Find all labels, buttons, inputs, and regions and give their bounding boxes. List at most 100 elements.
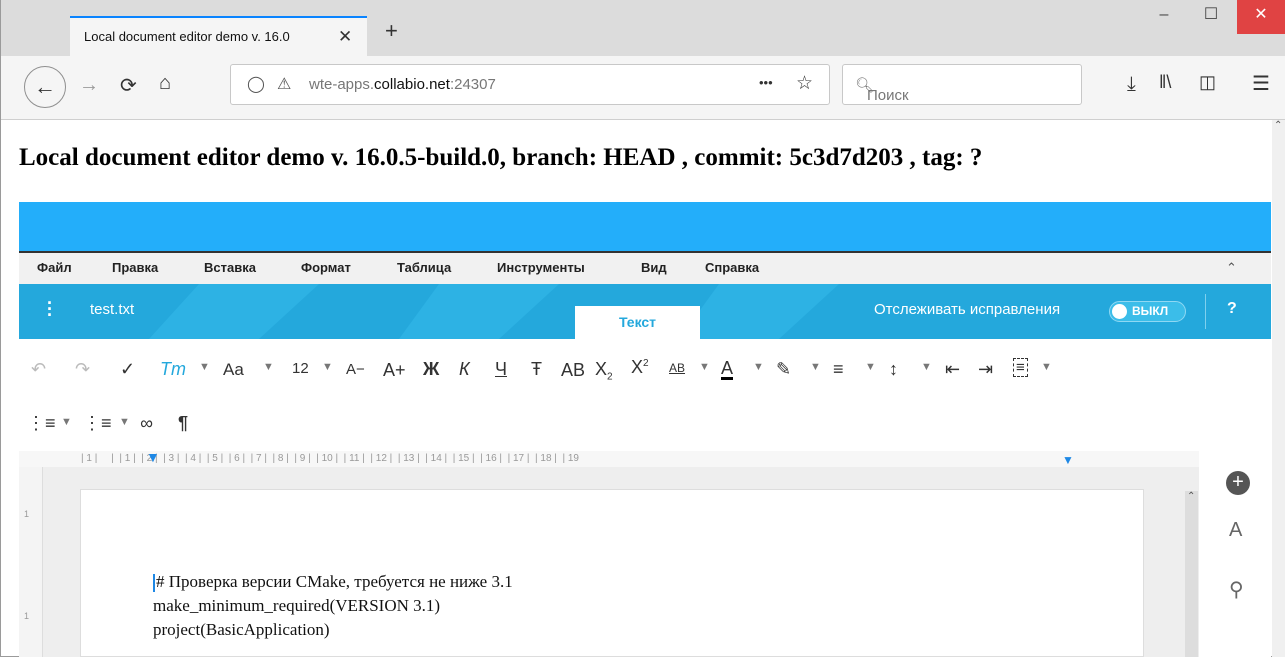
- horizontal-ruler[interactable]: | 1 | | | 1 | | 2 | | 3 | | 4 | | 5 | | …: [19, 451, 1199, 467]
- chevron-down-icon[interactable]: ▼: [1041, 361, 1052, 373]
- chevron-down-icon[interactable]: ▼: [61, 416, 72, 428]
- url-text: wte-apps.collabio.net:24307: [309, 76, 496, 93]
- chevron-down-icon[interactable]: ▼: [921, 361, 932, 373]
- spellcheck-icon[interactable]: A: [1229, 519, 1242, 542]
- vertical-ruler[interactable]: 1 1: [19, 467, 43, 657]
- library-icon[interactable]: ‖\: [1159, 72, 1171, 93]
- maximize-button[interactable]: ☐: [1191, 0, 1231, 34]
- strikethrough-button[interactable]: Ŧ: [531, 359, 542, 380]
- font-size-select[interactable]: 12: [292, 360, 309, 377]
- tab-text[interactable]: Текст: [575, 306, 700, 339]
- paragraph-border-icon[interactable]: ≡: [1013, 358, 1028, 377]
- download-icon[interactable]: ⤓: [1127, 73, 1136, 96]
- italic-button[interactable]: К: [459, 359, 470, 380]
- search-icon[interactable]: ⚲: [1229, 577, 1244, 602]
- increase-indent-icon[interactable]: ⇥: [978, 359, 993, 380]
- redo-icon[interactable]: ↷: [75, 359, 90, 380]
- subscript-icon[interactable]: X2: [595, 359, 613, 383]
- decrease-indent-icon[interactable]: ⇤: [945, 359, 960, 380]
- editor-menubar: Файл Правка Вставка Формат Таблица Инстр…: [19, 251, 1271, 284]
- insecure-lock-icon[interactable]: ⚠: [277, 74, 291, 94]
- close-tab-icon[interactable]: ✕: [338, 27, 352, 47]
- menu-edit[interactable]: Правка: [112, 260, 158, 275]
- shield-icon[interactable]: ◯: [247, 74, 265, 94]
- bold-button[interactable]: Ж: [423, 359, 439, 380]
- menu-icon[interactable]: ☰: [1252, 71, 1270, 96]
- more-actions-icon[interactable]: •••: [759, 75, 773, 90]
- bullet-list-icon[interactable]: ⋮≡: [27, 413, 56, 434]
- document-filename: test.txt: [90, 301, 135, 318]
- header-divider: [1205, 294, 1206, 329]
- superscript-icon[interactable]: X2: [631, 357, 649, 378]
- collapse-menu-icon[interactable]: ⌃: [1226, 260, 1237, 276]
- chevron-down-icon[interactable]: ▼: [810, 361, 821, 373]
- menu-view[interactable]: Вид: [641, 260, 667, 275]
- tab-title: Local document editor demo v. 16.0: [84, 29, 290, 44]
- font-decrease-button[interactable]: A−: [346, 361, 365, 378]
- format-painter-icon[interactable]: ✓: [120, 359, 135, 380]
- document-line-1[interactable]: # Проверка версии CMake, требуется не ни…: [153, 572, 513, 593]
- help-button[interactable]: ?: [1227, 300, 1237, 318]
- font-increase-button[interactable]: A+: [383, 360, 406, 381]
- minimize-button[interactable]: –: [1144, 0, 1184, 34]
- menu-help[interactable]: Справка: [705, 260, 759, 275]
- text-cursor: [153, 574, 155, 593]
- font-style-icon[interactable]: Tт: [160, 359, 186, 380]
- blue-banner: [19, 202, 1271, 251]
- chevron-down-icon[interactable]: ▼: [865, 361, 876, 373]
- highlight-icon[interactable]: ✎: [776, 359, 791, 380]
- page-scrollbar[interactable]: ⌃: [1272, 120, 1285, 657]
- document-scrollbar[interactable]: ⌃: [1185, 491, 1198, 657]
- url-host-main: collabio.net: [374, 76, 450, 93]
- menu-table[interactable]: Таблица: [397, 260, 451, 275]
- track-changes-label: Отслеживать исправления: [874, 301, 1061, 318]
- close-window-button[interactable]: ✕: [1237, 0, 1285, 34]
- sidebar-icon[interactable]: ◫: [1199, 72, 1216, 93]
- underline-button[interactable]: Ч: [495, 359, 507, 380]
- chevron-down-icon[interactable]: ▼: [263, 361, 274, 373]
- chevron-down-icon[interactable]: ▼: [199, 361, 210, 373]
- search-box[interactable]: 🔍︎ Поиск: [842, 64, 1082, 105]
- character-spacing-icon[interactable]: AB: [669, 361, 685, 375]
- align-left-icon[interactable]: ≡: [833, 359, 844, 380]
- formatting-toolbar: ↶ ↷ ✓ Tт ▼ Aa ▼ 12 ▼ A− A+ Ж К Ч Ŧ AB X2…: [19, 339, 1271, 451]
- browser-tab[interactable]: Local document editor demo v. 16.0 ✕: [70, 16, 367, 56]
- new-tab-button[interactable]: +: [385, 18, 398, 44]
- menu-format[interactable]: Формат: [301, 260, 351, 275]
- search-placeholder: 🔍︎ Поиск: [855, 77, 909, 104]
- back-icon[interactable]: ←: [24, 66, 66, 108]
- allcaps-button[interactable]: AB: [561, 360, 585, 381]
- right-panel: + A ⚲: [1199, 451, 1271, 657]
- url-port: :24307: [449, 76, 496, 93]
- url-bar[interactable]: ◯ ⚠ wte-apps.collabio.net:24307 ••• ☆: [230, 64, 830, 105]
- numbered-list-icon[interactable]: ⋮≡: [83, 413, 112, 434]
- reload-icon[interactable]: ⟳: [120, 73, 137, 98]
- line-spacing-icon[interactable]: ↕: [889, 359, 898, 380]
- app-menu-icon[interactable]: · · ·: [47, 294, 53, 324]
- chevron-down-icon[interactable]: ▼: [753, 361, 764, 373]
- menu-insert[interactable]: Вставка: [204, 260, 256, 275]
- add-icon[interactable]: +: [1226, 471, 1250, 495]
- left-indent-marker-icon[interactable]: ▼: [146, 451, 160, 465]
- home-icon[interactable]: ⌂: [159, 72, 171, 95]
- bookmark-star-icon[interactable]: ☆: [796, 72, 813, 95]
- document-line-3[interactable]: project(BasicApplication): [153, 620, 330, 640]
- undo-icon[interactable]: ↶: [31, 359, 46, 380]
- menu-tools[interactable]: Инструменты: [497, 260, 585, 275]
- chevron-down-icon[interactable]: ▼: [119, 416, 130, 428]
- link-icon[interactable]: ∞: [140, 413, 153, 434]
- menu-file[interactable]: Файл: [37, 260, 72, 275]
- right-indent-marker-icon[interactable]: ▼: [1062, 453, 1074, 467]
- toggle-state: ВЫКЛ: [1132, 304, 1169, 318]
- pilcrow-icon[interactable]: ¶: [178, 413, 188, 434]
- document-line-2[interactable]: make_minimum_required(VERSION 3.1): [153, 596, 440, 616]
- tab-strip: Local document editor demo v. 16.0 ✕ + –…: [1, 0, 1285, 56]
- font-case-button[interactable]: Aa: [223, 360, 244, 380]
- font-color-icon[interactable]: A: [721, 359, 734, 380]
- chevron-down-icon[interactable]: ▼: [699, 361, 710, 373]
- chevron-down-icon[interactable]: ▼: [322, 361, 333, 373]
- track-changes-toggle[interactable]: ВЫКЛ: [1109, 301, 1186, 322]
- forward-icon[interactable]: →: [79, 74, 99, 97]
- line-text: # Проверка версии CMake, требуется не ни…: [156, 572, 513, 591]
- document-header: · · · test.txt Текст Отслеживать исправлен…: [19, 284, 1271, 339]
